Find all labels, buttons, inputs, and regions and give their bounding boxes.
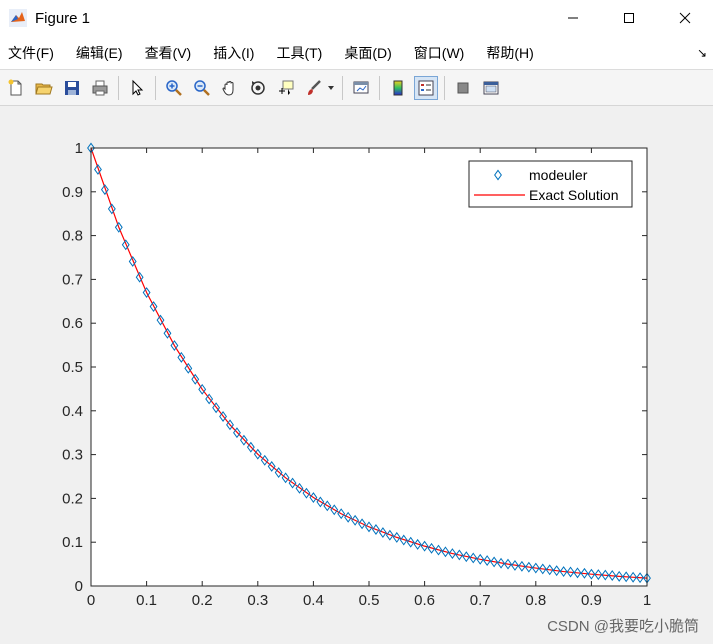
- toolbar-separator: [379, 75, 380, 100]
- menu-edit[interactable]: 编辑(E): [76, 43, 123, 63]
- plot-svg: 0 0.1 0.2 0.3 0.4 0.5 0.6 0.7 0.8 0.9 1 0 0.1 0.2 0.3 0…: [62, 140, 651, 609]
- save-icon: [65, 80, 79, 95]
- title-bar: Figure 1: [0, 0, 713, 36]
- zoom-in-button[interactable]: [162, 76, 186, 100]
- menu-tools[interactable]: 工具(T): [276, 43, 322, 63]
- show-plot-tools-button[interactable]: [479, 76, 503, 100]
- rotate-3d-button[interactable]: [246, 76, 270, 100]
- new-figure-button[interactable]: [4, 76, 28, 100]
- legend-button[interactable]: [414, 75, 438, 100]
- axes-background[interactable]: [91, 148, 647, 586]
- legend-label-modeuler: modeuler: [529, 167, 588, 183]
- window-title: Figure 1: [35, 9, 91, 27]
- hide-plot-tools-icon: [457, 82, 469, 93]
- x-tick-label: 1: [643, 592, 651, 609]
- matlab-logo-icon: [9, 9, 27, 27]
- dock-arrow-icon[interactable]: ↘: [697, 46, 707, 60]
- menu-desktop[interactable]: 桌面(D): [344, 43, 391, 63]
- y-tick-label: 0.3: [62, 447, 83, 464]
- x-tick-label: 0.3: [247, 592, 268, 609]
- dropdown-arrow-icon: [328, 85, 334, 90]
- toolbar-separator: [155, 75, 156, 100]
- x-tick-label: 0.9: [581, 592, 602, 609]
- x-tick-label: 0.6: [414, 592, 435, 609]
- x-tick-label: 0.8: [525, 592, 546, 609]
- y-tick-label: 0.5: [62, 359, 83, 376]
- y-tick-label: 0.9: [62, 184, 83, 201]
- open-file-button[interactable]: [32, 76, 56, 100]
- pan-button[interactable]: [218, 76, 242, 100]
- menu-file[interactable]: 文件(F): [8, 43, 54, 63]
- new-figure-icon: [8, 79, 22, 95]
- zoom-out-icon: [194, 79, 210, 96]
- y-tick-label: 0.4: [62, 403, 83, 420]
- x-tick-label: 0.2: [192, 592, 213, 609]
- menu-insert[interactable]: 插入(I): [213, 43, 254, 63]
- pointer-button[interactable]: [125, 76, 149, 100]
- x-tick-label: 0.4: [303, 592, 324, 609]
- maximize-icon: [624, 13, 634, 23]
- pan-icon: [222, 80, 234, 96]
- rotate-3d-icon: [251, 80, 265, 95]
- figure-toolbar: [0, 70, 713, 106]
- y-tick-label: 0.1: [62, 534, 83, 551]
- brush-icon: [308, 79, 321, 95]
- hide-plot-tools-button[interactable]: [451, 76, 475, 100]
- y-tick-label: 0.6: [62, 315, 83, 332]
- x-tick-label: 0.1: [136, 592, 157, 609]
- show-plot-tools-icon: [483, 81, 499, 94]
- y-tick-label: 0.8: [62, 228, 83, 245]
- data-cursor-icon: [279, 80, 294, 95]
- save-button[interactable]: [60, 76, 84, 100]
- x-tick-label: 0.5: [359, 592, 380, 609]
- brush-button[interactable]: [302, 76, 326, 100]
- y-tick-label: 1: [75, 140, 83, 157]
- toolbar-separator: [444, 75, 445, 100]
- link-plot-button[interactable]: [349, 76, 373, 100]
- menu-window[interactable]: 窗口(W): [414, 43, 465, 63]
- toolbar-separator: [342, 75, 343, 100]
- legend-label-exact: Exact Solution: [529, 187, 619, 203]
- brush-dropdown-button[interactable]: [326, 76, 336, 100]
- minimize-icon: [568, 17, 578, 19]
- open-file-icon: [35, 83, 53, 94]
- menu-view[interactable]: 查看(V): [145, 43, 192, 63]
- x-tick-label: 0: [87, 592, 95, 609]
- close-icon: [679, 12, 691, 24]
- menu-help[interactable]: 帮助(H): [486, 43, 533, 63]
- close-button[interactable]: [657, 0, 713, 36]
- toolbar-separator: [118, 75, 119, 100]
- data-cursor-button[interactable]: [274, 76, 298, 100]
- zoom-in-icon: [166, 79, 182, 96]
- pointer-icon: [132, 79, 144, 96]
- link-plot-icon: [353, 81, 369, 93]
- y-tick-label: 0.2: [62, 490, 83, 507]
- print-icon: [92, 80, 108, 95]
- watermark: CSDN @我要吃小脆筒: [547, 618, 699, 635]
- legend-icon: [418, 80, 434, 95]
- menu-bar: 文件(F) 编辑(E) 查看(V) 插入(I) 工具(T) 桌面(D) 窗口(W…: [0, 36, 713, 70]
- print-button[interactable]: [88, 76, 112, 100]
- colorbar-button[interactable]: [386, 76, 410, 100]
- minimize-button[interactable]: [545, 0, 601, 36]
- zoom-out-button[interactable]: [190, 76, 214, 100]
- window-controls: [545, 0, 713, 36]
- maximize-button[interactable]: [601, 0, 657, 36]
- y-tick-label: 0.7: [62, 271, 83, 288]
- figure-canvas[interactable]: 0 0.1 0.2 0.3 0.4 0.5 0.6 0.7 0.8 0.9 1 0 0.1 0.2 0.3 0…: [0, 106, 713, 644]
- colorbar-icon: [393, 80, 403, 95]
- x-tick-label: 0.7: [470, 592, 491, 609]
- y-tick-label: 0: [75, 578, 83, 595]
